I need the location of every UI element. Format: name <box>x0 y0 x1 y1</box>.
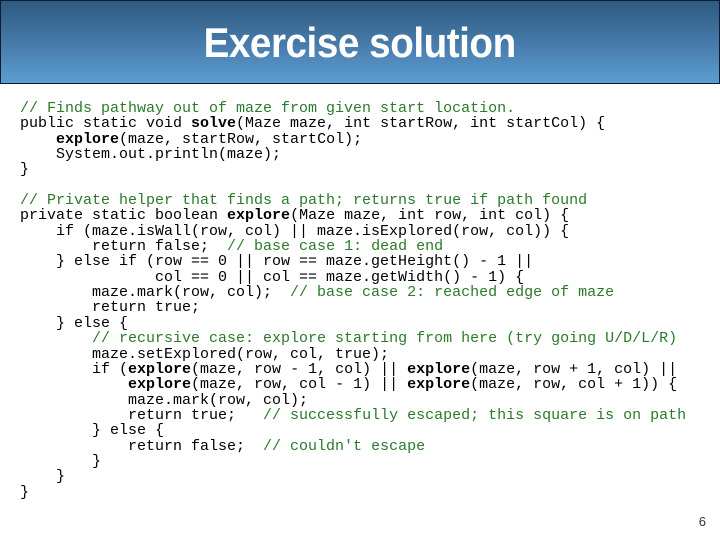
code-line: explore(maze, row, col - 1) || explore(m… <box>20 377 686 392</box>
page-number: 6 <box>698 514 706 529</box>
code-line: } <box>20 454 686 469</box>
code-text: } <box>20 161 30 179</box>
code-line: // Private helper that finds a path; ret… <box>20 193 686 208</box>
code-line: } else { <box>20 316 686 331</box>
code-comment: // couldn't escape <box>263 437 426 455</box>
code-method-name: explore <box>407 376 471 394</box>
code-line: if (explore(maze, row - 1, col) || explo… <box>20 362 686 377</box>
code-line: } else { <box>20 423 686 438</box>
code-comment: // successfully escaped; this square is … <box>263 406 687 424</box>
code-line: maze.setExplored(row, col, true); <box>20 346 686 362</box>
code-line: } <box>20 469 686 484</box>
code-line: private static boolean explore(Maze maze… <box>20 208 686 223</box>
code-line: maze.mark(row, col); // base case 2: rea… <box>20 285 686 300</box>
slide-header: Exercise solution <box>0 0 720 84</box>
code-line: return false; // couldn't escape <box>20 437 686 455</box>
code-line: explore(maze, startRow, startCol); <box>20 132 686 147</box>
code-line: return true; <box>20 300 686 315</box>
code-line: // recursive case: explore starting from… <box>20 331 686 346</box>
code-line: public static void solve(Maze maze, int … <box>20 116 686 131</box>
code-line: return false; // base case 1: dead end <box>20 239 686 254</box>
code-line: } <box>20 483 686 501</box>
code-line: return true; // successfully escaped; th… <box>20 408 686 423</box>
code-text: System.out.println(maze); <box>20 146 282 164</box>
code-line: maze.mark(row, col); <box>20 392 686 408</box>
slide-title: Exercise solution <box>203 19 517 66</box>
code-line: } else if (row == 0 || row == maze.getHe… <box>20 254 686 269</box>
code-line: col == 0 || col == maze.getWidth() - 1) … <box>20 270 686 285</box>
code-block: // Finds pathway out of maze from given … <box>20 101 686 500</box>
code-text: (maze, row, col + 1)) { <box>470 376 678 394</box>
code-text: } <box>20 483 30 501</box>
code-line: } <box>20 162 686 177</box>
code-line: // Finds pathway out of maze from given … <box>20 101 686 116</box>
code-comment: // base case 2: reached edge of maze <box>290 284 615 302</box>
code-line: if (maze.isWall(row, col) || maze.isExpl… <box>20 224 686 239</box>
code-line: System.out.println(maze); <box>20 147 686 162</box>
